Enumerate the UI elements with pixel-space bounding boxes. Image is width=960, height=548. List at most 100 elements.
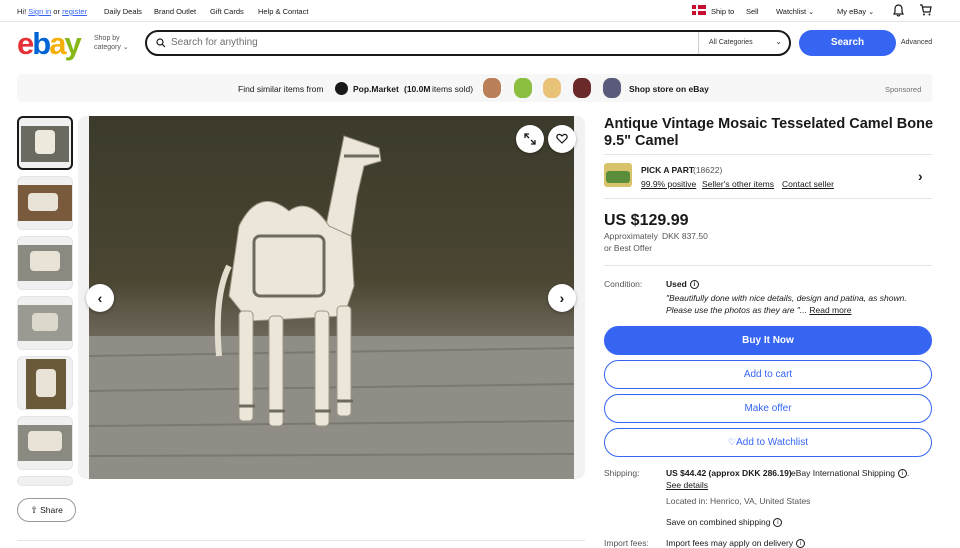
category-label: All Categories — [709, 39, 753, 46]
search-icon — [156, 38, 166, 48]
thumbnail-2[interactable] — [17, 176, 73, 230]
top-bar: Hi! Sign in or register Daily Deals Bran… — [0, 0, 960, 22]
watchlist-link[interactable]: Watchlist ⌄ — [776, 7, 814, 16]
add-to-watchlist-button[interactable]: ♡Add to Watchlist — [604, 428, 932, 457]
category-select[interactable]: All Categories ⌄ — [698, 32, 790, 54]
shipping-cost: US $44.42 (approx DKK 286.19) — [666, 468, 792, 478]
shop-store-link[interactable]: Shop store on eBay — [629, 84, 709, 94]
shipping-method-text: eBay International Shipping — [791, 468, 895, 478]
read-more-link[interactable]: Read more — [809, 305, 851, 315]
store-product-thumbnail[interactable] — [603, 78, 621, 98]
condition-label: Condition: — [604, 279, 643, 289]
store-product-thumbnail[interactable] — [483, 78, 501, 98]
share-icon: ⇧ — [30, 505, 38, 515]
thumbnail-7[interactable] — [17, 476, 73, 486]
store-product-thumbnail[interactable] — [573, 78, 591, 98]
buy-it-now-button[interactable]: Buy It Now — [604, 326, 932, 355]
store-logo-icon — [335, 82, 348, 95]
ebay-logo[interactable]: ebay — [17, 26, 82, 62]
condition-quote: "Beautifully done with nice details, des… — [666, 293, 907, 315]
sponsored-label: Sponsored — [885, 85, 922, 94]
sign-in-link[interactable]: Sign in — [28, 7, 51, 16]
item-title: Antique Vintage Mosaic Tesselated Camel … — [604, 116, 934, 149]
thumbnail-5[interactable] — [17, 356, 73, 410]
shipping-label: Shipping: — [604, 468, 640, 478]
main-product-image[interactable]: ‹ › — [78, 116, 585, 479]
store-name[interactable]: Pop.Market — [353, 84, 399, 94]
flag-icon[interactable] — [692, 5, 706, 15]
thumbnail-3[interactable] — [17, 236, 73, 290]
seller-positive-link[interactable]: 99.9% positive — [641, 179, 696, 189]
chevron-down-icon: ⌄ — [775, 37, 782, 46]
or-text: or — [53, 7, 60, 16]
thumbnail-1[interactable] — [17, 116, 73, 170]
nav-brand-outlet[interactable]: Brand Outlet — [154, 7, 196, 16]
condition-value: Used i — [666, 279, 699, 290]
divider — [604, 265, 932, 266]
make-offer-button[interactable]: Make offer — [604, 394, 932, 423]
my-ebay-label: My eBay — [837, 7, 867, 16]
nav-daily-deals[interactable]: Daily Deals — [104, 7, 142, 16]
share-label: Share — [40, 505, 63, 515]
store-product-thumbnail[interactable] — [543, 78, 561, 98]
divider — [604, 198, 932, 199]
condition-description: "Beautifully done with nice details, des… — [666, 292, 928, 316]
divider — [17, 540, 585, 541]
add-to-watchlist-label: Add to Watchlist — [736, 437, 808, 448]
condition-value-text: Used — [666, 279, 687, 289]
zoom-button[interactable] — [516, 125, 544, 153]
chevron-right-icon[interactable]: › — [918, 168, 923, 184]
bell-icon[interactable] — [893, 4, 904, 17]
info-icon[interactable]: i — [689, 280, 699, 290]
thumbnail-6[interactable] — [17, 416, 73, 470]
seller-other-items-link[interactable]: Seller's other items — [702, 179, 774, 189]
store-promo-bar: Find similar items from Pop.Market (10.0… — [17, 74, 932, 102]
logo-letter-y: y — [64, 26, 81, 61]
my-ebay-link[interactable]: My eBay ⌄ — [837, 7, 874, 16]
share-button[interactable]: ⇧ Share — [17, 498, 76, 522]
see-details-link[interactable]: See details — [666, 480, 708, 490]
watch-heart-button[interactable] — [548, 125, 576, 153]
nav-help-contact[interactable]: Help & Contact — [258, 7, 308, 16]
items-sold-count: (10.0M — [404, 84, 431, 94]
chevron-left-icon: ‹ — [97, 290, 103, 306]
info-icon[interactable]: i — [796, 539, 806, 548]
advanced-search-link[interactable]: Advanced — [901, 39, 932, 46]
chevron-down-icon: ⌄ — [808, 9, 815, 16]
combined-shipping: Save on combined shipping i — [666, 517, 783, 528]
logo-letter-e: e — [17, 26, 34, 61]
chevron-right-icon: › — [559, 290, 565, 306]
cart-icon[interactable] — [919, 4, 932, 16]
expand-icon — [524, 133, 536, 145]
info-icon[interactable]: i — [773, 518, 783, 528]
item-price: US $129.99 — [604, 212, 689, 229]
sell-link[interactable]: Sell — [746, 7, 759, 16]
combined-shipping-text: Save on combined shipping — [666, 517, 771, 527]
header: ebay Shop by category ⌄ Search for anyth… — [0, 22, 960, 64]
search-input[interactable]: Search for anything — [171, 37, 258, 48]
store-product-thumbnail[interactable] — [514, 78, 532, 98]
next-image-button[interactable]: › — [548, 284, 576, 312]
ship-to-link[interactable]: Ship to — [711, 7, 734, 16]
items-sold-text: items sold) — [432, 84, 474, 94]
add-to-cart-button[interactable]: Add to cart — [604, 360, 932, 389]
thumbnail-4[interactable] — [17, 296, 73, 350]
shop-by-category[interactable]: Shop by category ⌄ — [94, 34, 129, 52]
approx-label: Approximately — [604, 231, 658, 241]
greeting-text: Hi! — [17, 7, 27, 16]
search-button[interactable]: Search — [799, 30, 896, 56]
nav-gift-cards[interactable]: Gift Cards — [210, 7, 244, 16]
seller-avatar[interactable] — [604, 163, 632, 187]
import-fees-label: Import fees: — [604, 538, 649, 548]
seller-name[interactable]: PICK A PART — [641, 165, 694, 175]
contact-seller-link[interactable]: Contact seller — [782, 179, 834, 189]
item-location: Located in: Henrico, VA, United States — [666, 496, 811, 506]
register-link[interactable]: register — [62, 7, 87, 16]
search-bar: Search for anything All Categories ⌄ — [145, 30, 791, 56]
import-fees-text: Import fees may apply on delivery — [666, 538, 794, 548]
info-icon[interactable]: i — [897, 469, 907, 479]
heart-icon — [556, 133, 568, 144]
shop-by-line2-text: category — [94, 44, 121, 51]
previous-image-button[interactable]: ‹ — [86, 284, 114, 312]
camel-photo — [89, 116, 574, 479]
